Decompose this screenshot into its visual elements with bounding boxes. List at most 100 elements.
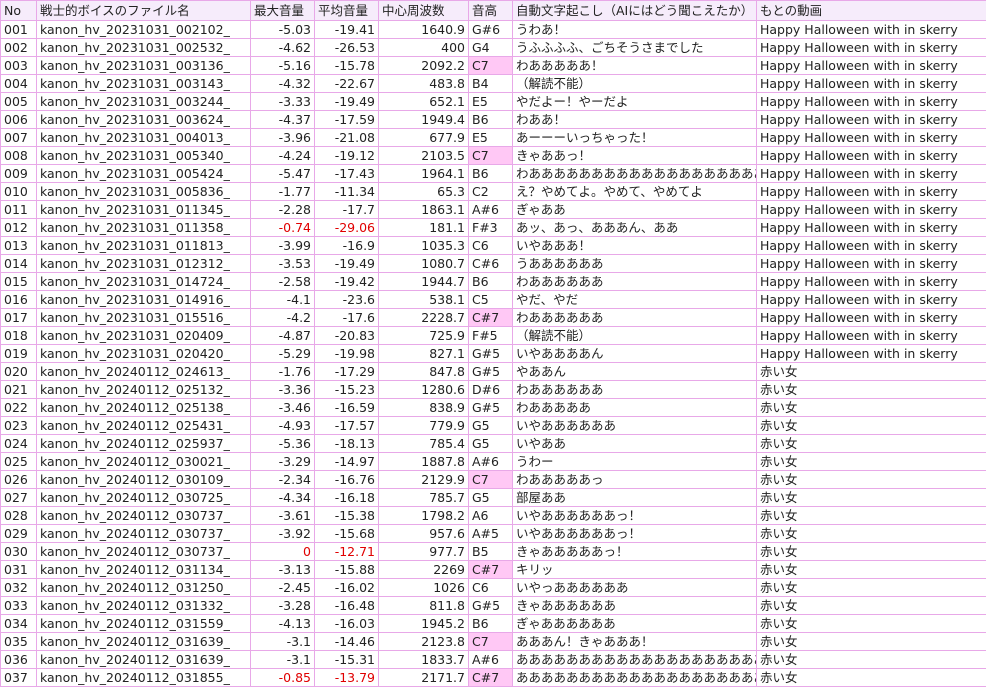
- cell-pitch[interactable]: G4: [468, 38, 513, 57]
- cell-no[interactable]: 027: [0, 488, 37, 507]
- cell-center-frequency[interactable]: 1026: [378, 578, 469, 597]
- cell-file-name[interactable]: kanon_hv_20231031_020409_: [36, 326, 251, 345]
- table-row[interactable]: 002 kanon_hv_20231031_002532_ -4.62 -26.53 4…: [0, 38, 986, 57]
- cell-center-frequency[interactable]: 1944.7: [378, 272, 469, 291]
- cell-pitch[interactable]: C5: [468, 290, 513, 309]
- table-row[interactable]: 028 kanon_hv_20240112_030737_ -3.61 -15.38 1…: [0, 506, 986, 525]
- cell-max-volume[interactable]: -2.45: [250, 578, 315, 597]
- cell-center-frequency[interactable]: 1798.2: [378, 506, 469, 525]
- cell-center-frequency[interactable]: 652.1: [378, 92, 469, 111]
- cell-transcription[interactable]: いやああああああっ！: [512, 524, 757, 543]
- cell-no[interactable]: 022: [0, 398, 37, 417]
- cell-max-volume[interactable]: -4.24: [250, 146, 315, 165]
- cell-source-video[interactable]: Happy Halloween with in skerry: [756, 92, 986, 111]
- cell-avg-volume[interactable]: -17.43: [314, 164, 379, 183]
- cell-transcription[interactable]: わあああああああああああああああああああああ: [512, 164, 757, 183]
- cell-center-frequency[interactable]: 1945.2: [378, 614, 469, 633]
- cell-no[interactable]: 031: [0, 560, 37, 579]
- cell-transcription[interactable]: やああん: [512, 362, 757, 381]
- cell-file-name[interactable]: kanon_hv_20240112_030737_: [36, 506, 251, 525]
- cell-file-name[interactable]: kanon_hv_20240112_025431_: [36, 416, 251, 435]
- cell-pitch[interactable]: G5: [468, 416, 513, 435]
- cell-transcription[interactable]: （解読不能）: [512, 74, 757, 93]
- cell-center-frequency[interactable]: 1080.7: [378, 254, 469, 273]
- cell-center-frequency[interactable]: 1280.6: [378, 380, 469, 399]
- cell-pitch[interactable]: A6: [468, 506, 513, 525]
- cell-max-volume[interactable]: -3.28: [250, 596, 315, 615]
- cell-transcription[interactable]: うふふふふ、ごちそうさまでした: [512, 38, 757, 57]
- cell-source-video[interactable]: 赤い女: [756, 380, 986, 399]
- cell-file-name[interactable]: kanon_hv_20240112_030021_: [36, 452, 251, 471]
- cell-avg-volume[interactable]: -15.88: [314, 560, 379, 579]
- cell-no[interactable]: 013: [0, 236, 37, 255]
- cell-no[interactable]: 023: [0, 416, 37, 435]
- cell-no[interactable]: 004: [0, 74, 37, 93]
- cell-avg-volume[interactable]: -15.78: [314, 56, 379, 75]
- cell-transcription[interactable]: 部屋ああ: [512, 488, 757, 507]
- cell-pitch[interactable]: D#6: [468, 380, 513, 399]
- table-row[interactable]: 032 kanon_hv_20240112_031250_ -2.45 -16.02 1…: [0, 578, 986, 597]
- cell-center-frequency[interactable]: 957.6: [378, 524, 469, 543]
- cell-avg-volume[interactable]: -19.42: [314, 272, 379, 291]
- cell-avg-volume[interactable]: -16.03: [314, 614, 379, 633]
- cell-transcription[interactable]: うわー: [512, 452, 757, 471]
- cell-source-video[interactable]: Happy Halloween with in skerry: [756, 236, 986, 255]
- cell-no[interactable]: 010: [0, 182, 37, 201]
- cell-center-frequency[interactable]: 65.3: [378, 182, 469, 201]
- cell-max-volume[interactable]: -3.99: [250, 236, 315, 255]
- cell-avg-volume[interactable]: -19.98: [314, 344, 379, 363]
- cell-avg-volume[interactable]: -17.59: [314, 110, 379, 129]
- cell-transcription[interactable]: わああ！: [512, 110, 757, 129]
- cell-source-video[interactable]: 赤い女: [756, 488, 986, 507]
- cell-avg-volume[interactable]: -20.83: [314, 326, 379, 345]
- cell-no[interactable]: 021: [0, 380, 37, 399]
- cell-max-volume[interactable]: -1.76: [250, 362, 315, 381]
- cell-avg-volume[interactable]: -16.02: [314, 578, 379, 597]
- cell-no[interactable]: 034: [0, 614, 37, 633]
- cell-file-name[interactable]: kanon_hv_20231031_015516_: [36, 308, 251, 327]
- cell-max-volume[interactable]: -4.1: [250, 290, 315, 309]
- cell-pitch[interactable]: G#6: [468, 20, 513, 39]
- cell-file-name[interactable]: kanon_hv_20240112_025132_: [36, 380, 251, 399]
- cell-avg-volume[interactable]: -16.18: [314, 488, 379, 507]
- cell-file-name[interactable]: kanon_hv_20231031_002532_: [36, 38, 251, 57]
- cell-avg-volume[interactable]: -19.41: [314, 20, 379, 39]
- cell-center-frequency[interactable]: 1863.1: [378, 200, 469, 219]
- cell-file-name[interactable]: kanon_hv_20231031_011358_: [36, 218, 251, 237]
- cell-avg-volume[interactable]: -15.31: [314, 650, 379, 669]
- header-transcription[interactable]: 自動文字起こし（AIにはどう聞こえたか）: [512, 0, 757, 21]
- cell-max-volume[interactable]: -4.13: [250, 614, 315, 633]
- cell-pitch[interactable]: C#6: [468, 254, 513, 273]
- cell-pitch[interactable]: C#7: [468, 560, 513, 579]
- cell-max-volume[interactable]: -3.96: [250, 128, 315, 147]
- cell-transcription[interactable]: いやあああ！: [512, 236, 757, 255]
- cell-center-frequency[interactable]: 400: [378, 38, 469, 57]
- cell-no[interactable]: 007: [0, 128, 37, 147]
- header-source-video[interactable]: もとの動画: [756, 0, 986, 21]
- cell-avg-volume[interactable]: -19.12: [314, 146, 379, 165]
- table-row[interactable]: 033 kanon_hv_20240112_031332_ -3.28 -16.48 8…: [0, 596, 986, 615]
- cell-transcription[interactable]: あああああああああああああああああああああ: [512, 650, 757, 669]
- table-row[interactable]: 013 kanon_hv_20231031_011813_ -3.99 -16.9 10…: [0, 236, 986, 255]
- table-row[interactable]: 021 kanon_hv_20240112_025132_ -3.36 -15.23 1…: [0, 380, 986, 399]
- cell-source-video[interactable]: 赤い女: [756, 632, 986, 651]
- cell-source-video[interactable]: 赤い女: [756, 596, 986, 615]
- cell-file-name[interactable]: kanon_hv_20231031_003136_: [36, 56, 251, 75]
- cell-avg-volume[interactable]: -15.23: [314, 380, 379, 399]
- cell-pitch[interactable]: B6: [468, 164, 513, 183]
- cell-pitch[interactable]: F#3: [468, 218, 513, 237]
- cell-file-name[interactable]: kanon_hv_20240112_030109_: [36, 470, 251, 489]
- cell-source-video[interactable]: 赤い女: [756, 416, 986, 435]
- cell-no[interactable]: 011: [0, 200, 37, 219]
- cell-no[interactable]: 037: [0, 668, 37, 687]
- cell-avg-volume[interactable]: -16.59: [314, 398, 379, 417]
- cell-source-video[interactable]: 赤い女: [756, 506, 986, 525]
- table-row[interactable]: 018 kanon_hv_20231031_020409_ -4.87 -20.83 7…: [0, 326, 986, 345]
- cell-transcription[interactable]: ぎゃああ: [512, 200, 757, 219]
- cell-no[interactable]: 030: [0, 542, 37, 561]
- cell-max-volume[interactable]: -4.34: [250, 488, 315, 507]
- cell-no[interactable]: 015: [0, 272, 37, 291]
- cell-transcription[interactable]: あーーーいっちゃった！: [512, 128, 757, 147]
- cell-transcription[interactable]: キリッ: [512, 560, 757, 579]
- cell-avg-volume[interactable]: -14.97: [314, 452, 379, 471]
